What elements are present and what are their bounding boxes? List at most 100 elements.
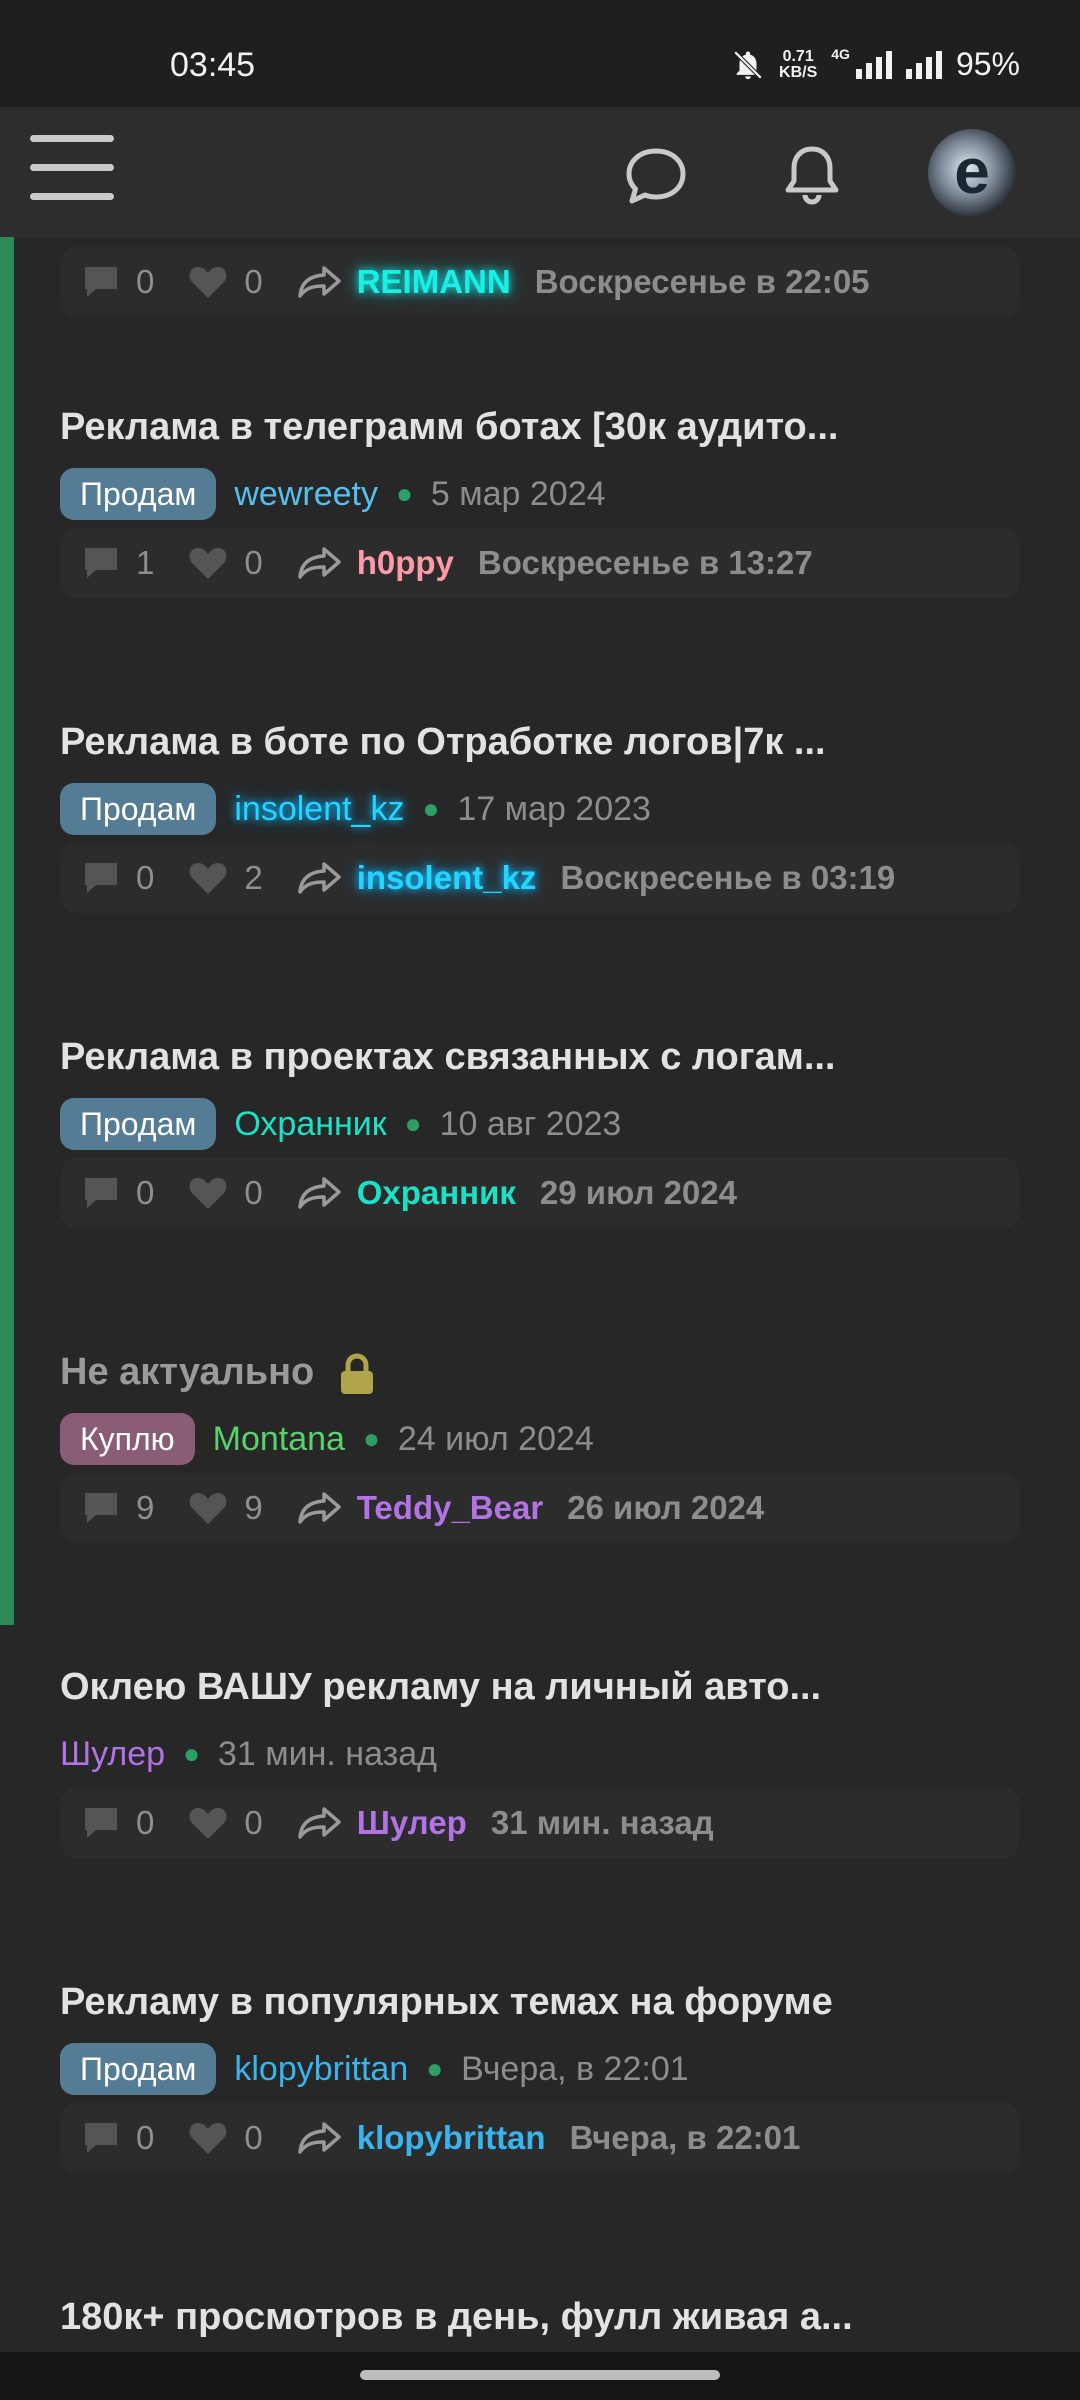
thread-title[interactable]: Не актуально <box>60 1351 314 1393</box>
top-nav: e <box>0 107 1080 237</box>
last-poster[interactable]: Шулер <box>357 1804 467 1842</box>
like-count: 0 <box>188 1804 263 1842</box>
comment-icon <box>85 1178 117 1208</box>
thread-meta: Продам wewreety ● 5 мар 2024 <box>60 468 606 520</box>
chat-bubble-icon[interactable] <box>624 147 688 205</box>
hamburger-icon[interactable] <box>30 135 114 207</box>
last-poster[interactable]: Teddy_Bear <box>357 1489 543 1527</box>
last-poster[interactable]: Охранник <box>357 1174 516 1212</box>
thread-stats: 0 0 REIMANN Воскресенье в 22:05 <box>60 247 1020 317</box>
like-count: 0 <box>188 1174 263 1212</box>
thread-meta: Продам Охранник ● 10 авг 2023 <box>60 1098 621 1150</box>
heart-icon <box>189 2123 227 2154</box>
last-poster[interactable]: h0ppy <box>357 544 454 582</box>
last-post-date: 26 июл 2024 <box>567 1489 765 1526</box>
separator-dot: ● <box>362 1423 380 1454</box>
comment-count: 0 <box>82 859 154 897</box>
comment-count: 1 <box>82 544 154 582</box>
heart-icon <box>189 1808 227 1839</box>
separator-dot: ● <box>404 1108 422 1139</box>
thread-title[interactable]: Реклама в боте по Отработке логов|7к ... <box>60 721 1020 764</box>
thread-meta: Шулер ● 31 мин. назад <box>60 1728 437 1780</box>
thread-author[interactable]: insolent_kz <box>234 790 404 829</box>
signal-icon-2 <box>905 50 942 79</box>
thread-title[interactable]: Реклама в телеграмм ботах [30к аудито... <box>60 406 1020 449</box>
thread-date: 10 авг 2023 <box>439 1104 622 1143</box>
heart-icon <box>189 863 227 894</box>
thread-meta: Продам klopybrittan ● Вчера, в 22:01 <box>60 2043 689 2095</box>
heart-icon <box>189 548 227 579</box>
last-poster[interactable]: insolent_kz <box>357 859 537 897</box>
thread-author[interactable]: Montana <box>213 1420 345 1459</box>
prefix-tag[interactable]: Продам <box>60 2043 217 2095</box>
gesture-bar <box>0 2352 1080 2400</box>
status-time: 03:45 <box>170 46 256 84</box>
thread-author[interactable]: Охранник <box>234 1105 386 1144</box>
last-post-date: Воскресенье в 22:05 <box>534 263 870 300</box>
comment-icon <box>85 267 117 297</box>
thread-stats: 1 0 h0ppy Воскресенье в 13:27 <box>60 528 1020 598</box>
thread-date: 17 мар 2023 <box>457 789 651 828</box>
thread-date: Вчера, в 22:01 <box>461 2049 689 2088</box>
separator-dot: ● <box>422 793 440 824</box>
thread-meta: Куплю Montana ● 24 июл 2024 <box>60 1413 594 1465</box>
like-count: 2 <box>188 859 263 897</box>
signal-icon <box>855 50 892 79</box>
thread-author[interactable]: Шулер <box>60 1735 165 1774</box>
last-post-date: 31 мин. назад <box>490 1804 714 1841</box>
prefix-tag[interactable]: Куплю <box>60 1413 195 1465</box>
thread-stats: 0 0 Шулер 31 мин. назад <box>60 1788 1020 1858</box>
last-post-date: 29 июл 2024 <box>539 1174 737 1211</box>
home-indicator[interactable] <box>360 2370 720 2380</box>
comment-count: 0 <box>82 1804 154 1842</box>
thread-title-row[interactable]: Не актуально <box>60 1351 1020 1396</box>
unread-stripe <box>0 237 14 1625</box>
comment-count: 0 <box>82 263 154 301</box>
thread-title[interactable]: Реклама в проектах связанных с логам... <box>60 1036 1020 1079</box>
reply-arrow-icon <box>297 1492 341 1524</box>
mute-bell-icon <box>733 50 763 79</box>
like-count: 9 <box>188 1489 263 1527</box>
separator-dot: ● <box>426 2053 444 2084</box>
thread-stats: 9 9 Teddy_Bear 26 июл 2024 <box>60 1473 1020 1543</box>
heart-icon <box>189 1493 227 1524</box>
comment-icon <box>85 2123 117 2153</box>
prefix-tag[interactable]: Продам <box>60 468 217 520</box>
comment-icon <box>85 863 117 893</box>
bell-icon[interactable] <box>782 143 842 207</box>
thread-stats: 0 0 klopybrittan Вчера, в 22:01 <box>60 2103 1020 2173</box>
last-post-date: Воскресенье в 03:19 <box>560 859 896 896</box>
avatar[interactable]: e <box>928 129 1016 217</box>
thread-stats: 0 0 Охранник 29 июл 2024 <box>60 1158 1020 1228</box>
thread-title[interactable]: Оклею ВАШУ рекламу на личный авто... <box>60 1666 1020 1709</box>
thread-date: 24 июл 2024 <box>397 1419 594 1458</box>
thread-author[interactable]: klopybrittan <box>234 2050 408 2089</box>
thread-title[interactable]: 180к+ просмотров в день, фулл живая а... <box>60 2296 1020 2339</box>
comment-count: 0 <box>82 1174 154 1212</box>
reply-arrow-icon <box>297 1177 341 1209</box>
last-poster[interactable]: REIMANN <box>357 263 511 301</box>
prefix-tag[interactable]: Продам <box>60 783 217 835</box>
reply-arrow-icon <box>297 2122 341 2154</box>
comment-icon <box>85 548 117 578</box>
comment-icon <box>85 1493 117 1523</box>
thread-stats: 0 2 insolent_kz Воскресенье в 03:19 <box>60 843 1020 913</box>
battery-level: 95% <box>955 46 1020 82</box>
thread-meta: Продам insolent_kz ● 17 мар 2023 <box>60 783 651 835</box>
last-poster[interactable]: klopybrittan <box>357 2119 546 2157</box>
reply-arrow-icon <box>297 266 341 298</box>
last-post-date: Воскресенье в 13:27 <box>477 544 813 581</box>
separator-dot: ● <box>183 1738 200 1769</box>
comment-count: 9 <box>82 1489 154 1527</box>
reply-arrow-icon <box>297 547 341 579</box>
reply-arrow-icon <box>297 1807 341 1839</box>
lock-icon <box>340 1353 373 1394</box>
network-type: 4G <box>831 46 850 62</box>
prefix-tag[interactable]: Продам <box>60 1098 217 1150</box>
last-post-date: Вчера, в 22:01 <box>569 2119 801 2156</box>
status-icons: 0.71 KB/S 4G 95% <box>731 46 1020 83</box>
comment-icon <box>85 1808 117 1838</box>
comment-count: 0 <box>82 2119 154 2157</box>
thread-author[interactable]: wewreety <box>234 475 378 514</box>
thread-title[interactable]: Рекламу в популярных темах на форуме <box>60 1981 1020 2024</box>
